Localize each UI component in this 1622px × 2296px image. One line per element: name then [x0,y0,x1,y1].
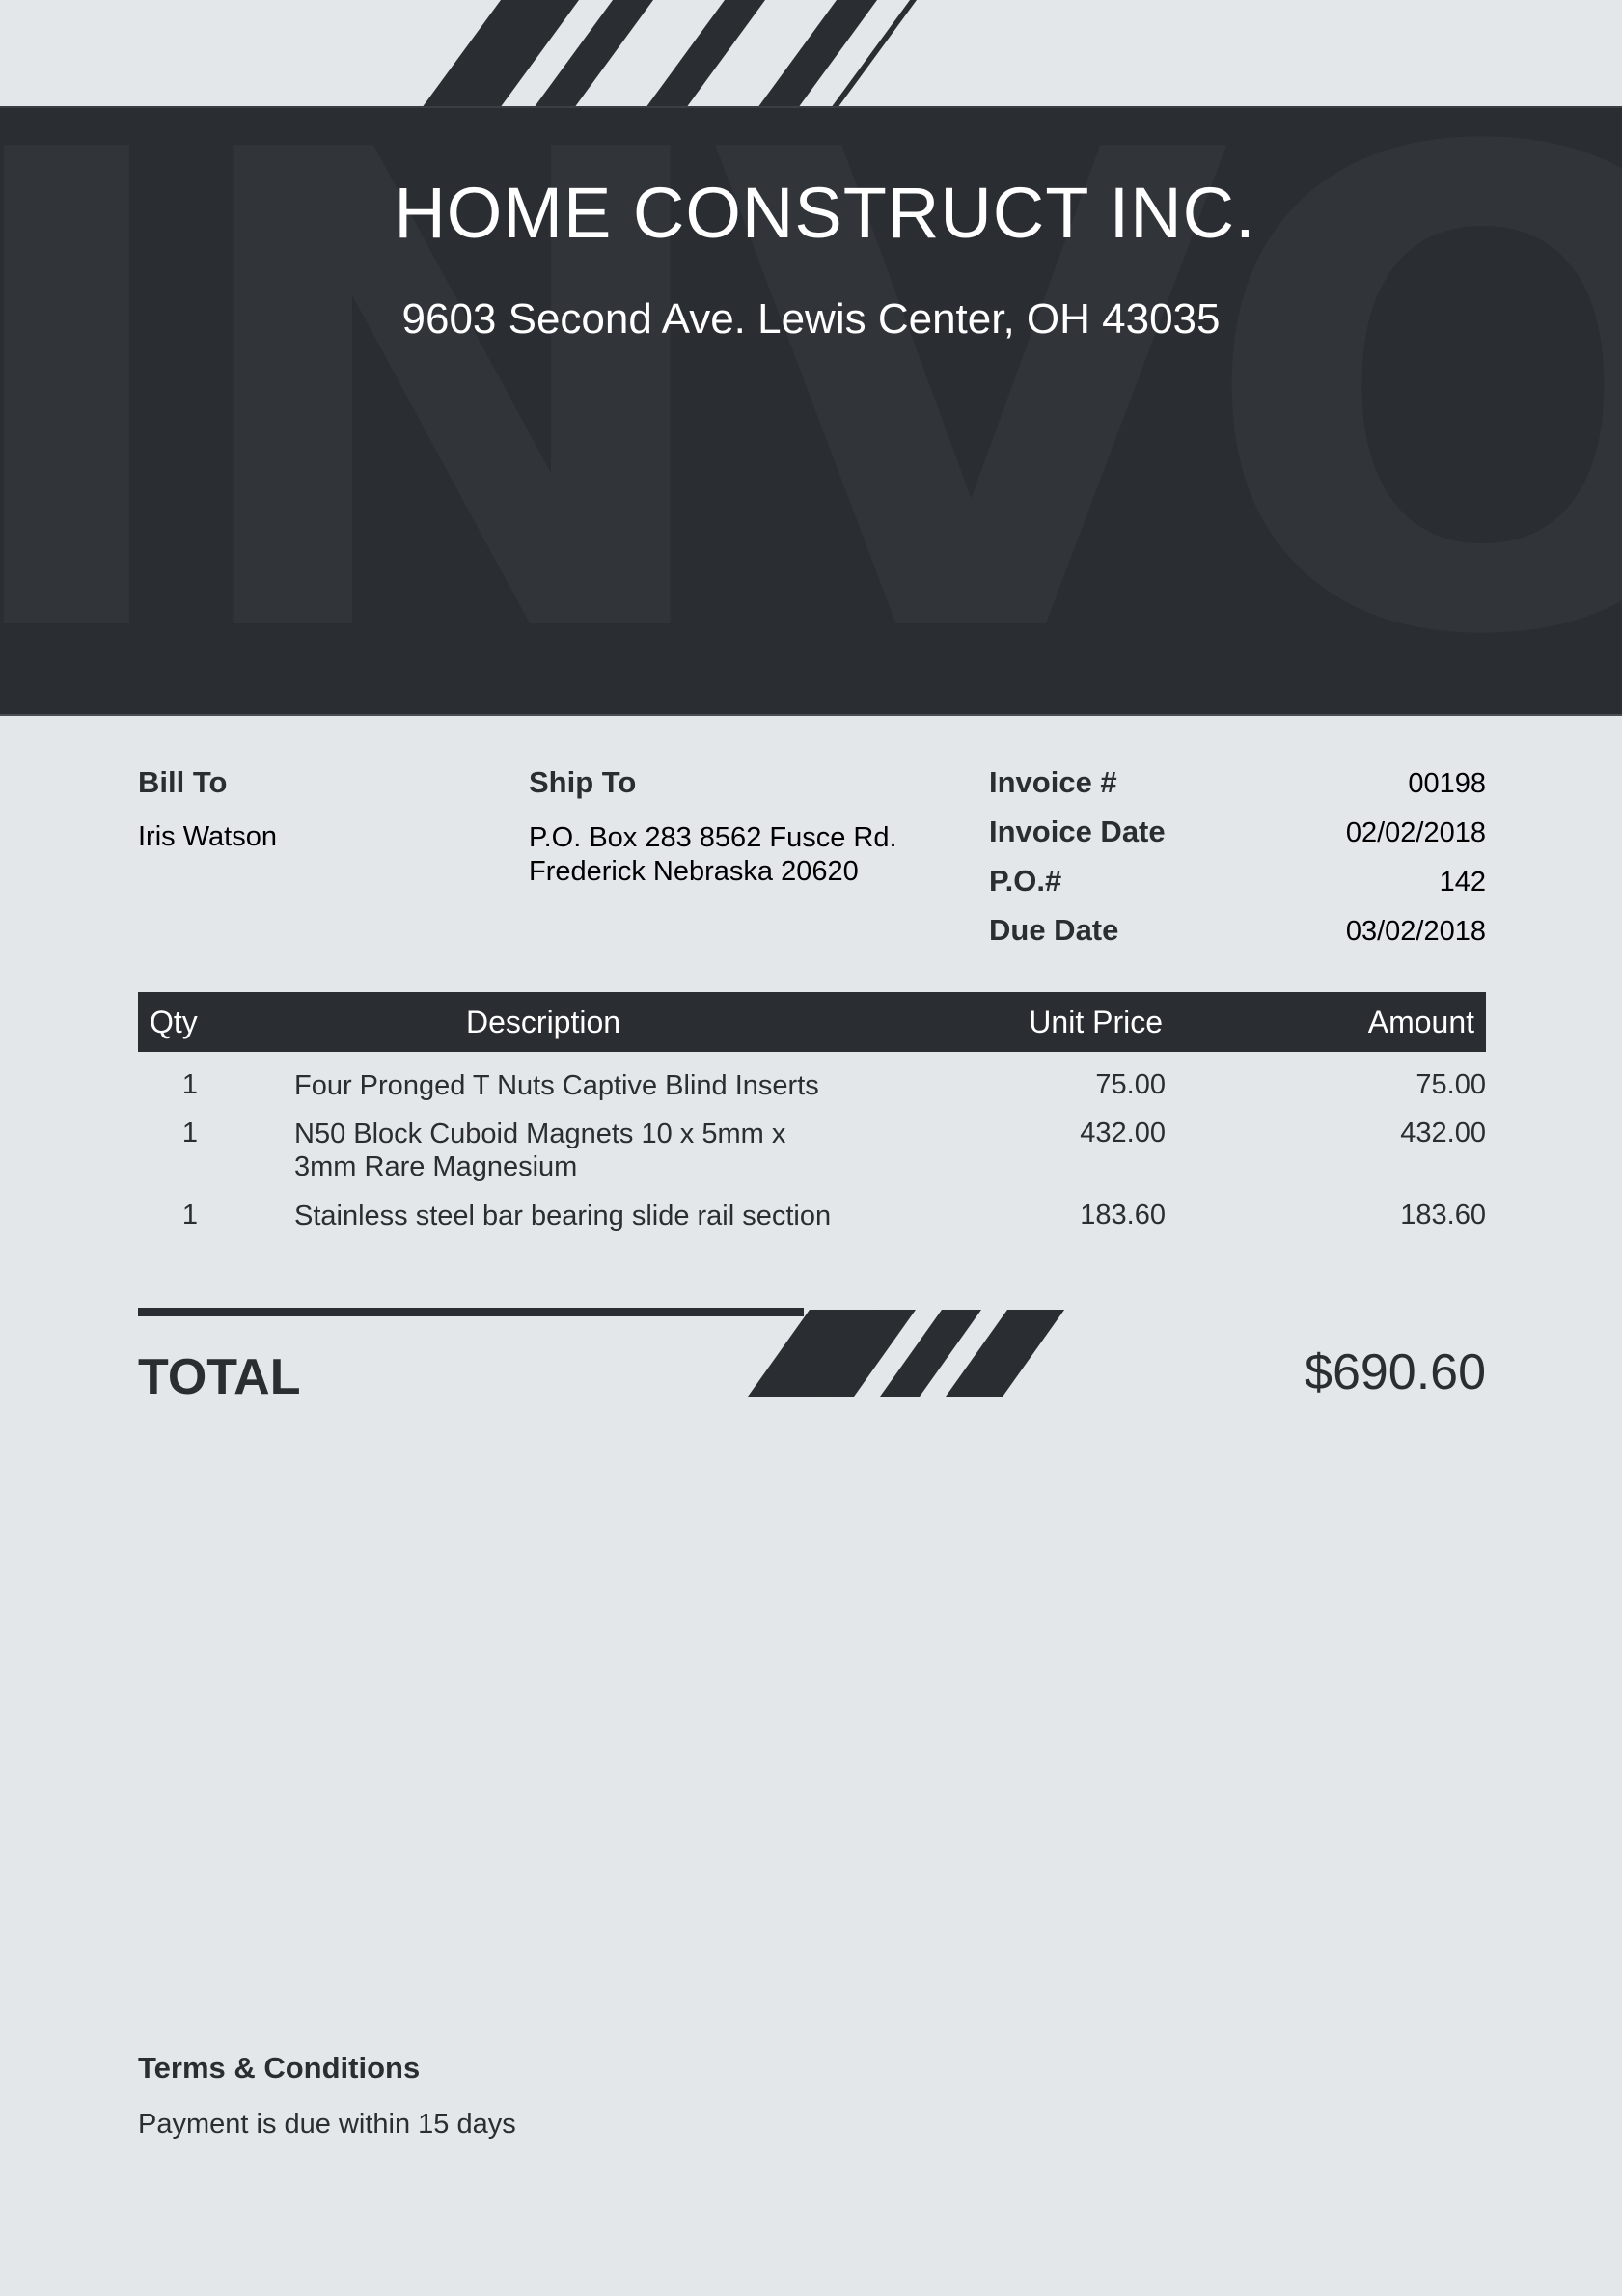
row-unit-price: 183.60 [1080,1200,1166,1231]
header-amount: Amount [1367,1005,1474,1039]
meta-value: 03/02/2018 [1345,916,1486,947]
row-amount: 183.60 [1400,1200,1486,1231]
terms-text: Payment is due within 15 days [138,2109,516,2140]
meta-label: Invoice # [989,765,1117,799]
row-description: Four Pronged T Nuts Captive Blind Insert… [294,1070,819,1101]
row-amount: 432.00 [1400,1118,1486,1148]
meta-value: 02/02/2018 [1345,817,1486,848]
row-description: Stainless steel bar bearing slide rail s… [294,1201,832,1231]
total-value: $690.60 [1305,1344,1486,1400]
row-amount: 75.00 [1416,1069,1486,1100]
meta-value: 00198 [1408,768,1486,799]
terms-title: Terms & Conditions [138,2051,421,2085]
company-name: HOME CONSTRUCT INC. [394,173,1256,253]
meta-label: Invoice Date [989,815,1166,848]
meta-row-invoice-date: Invoice Date 02/02/2018 [989,815,1486,864]
ship-to-address: P.O. Box 283 8562 Fusce Rd. Frederick Ne… [529,822,897,887]
row-unit-price: 75.00 [1095,1069,1166,1100]
row-qty: 1 [181,1200,198,1231]
bill-to-name: Iris Watson [138,821,277,852]
meta-row-po: P.O.# 142 [989,864,1486,913]
ship-to-label: Ship To [529,765,637,799]
top-stripes-decoration [422,0,917,108]
meta-row-due-date: Due Date 03/02/2018 [989,913,1486,962]
total-label: TOTAL [138,1349,301,1405]
row-description: N50 Block Cuboid Magnets 10 x 5mm x 3mm … [294,1119,786,1182]
header-unit-price: Unit Price [1029,1005,1163,1039]
invoice-page: INVOICE HOME CONSTRUCT INC. 9603 Second … [0,0,1622,2296]
meta-row-invoice-number: Invoice # 00198 [989,765,1486,815]
header-description: Description [466,1005,621,1039]
meta-label: P.O.# [989,864,1062,898]
company-address: 9603 Second Ave. Lewis Center, OH 43035 [401,295,1221,343]
items-table-header: Qty Description Unit Price Amount [138,992,1486,1052]
meta-label: Due Date [989,913,1119,947]
row-qty: 1 [181,1069,198,1100]
invoice-meta: Invoice # 00198 Invoice Date 02/02/2018 … [989,765,1486,962]
row-qty: 1 [181,1118,198,1148]
bill-to-label: Bill To [138,765,228,799]
header-qty: Qty [150,1005,198,1039]
meta-value: 142 [1439,867,1486,898]
row-unit-price: 432.00 [1080,1118,1166,1148]
